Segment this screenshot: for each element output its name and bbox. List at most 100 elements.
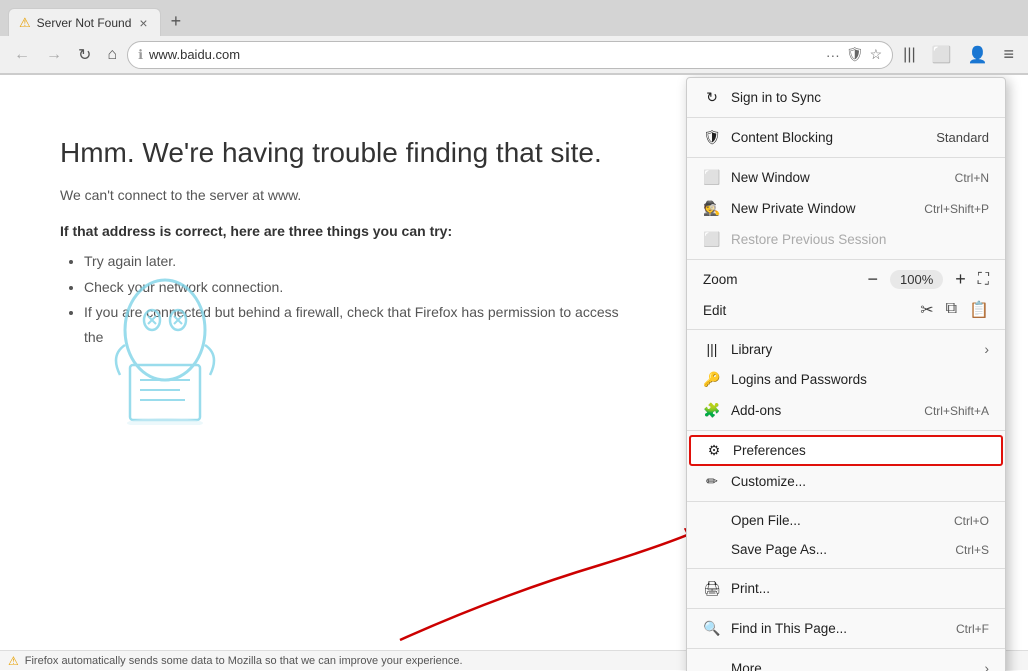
dropdown-menu: ↻ Sign in to Sync 🛡 Content Blocking Sta… — [686, 77, 1006, 671]
tab-title: Server Not Found — [37, 16, 132, 30]
menu-item-addons[interactable]: 🧩 Add-ons Ctrl+Shift+A — [687, 395, 1005, 426]
save-page-shortcut: Ctrl+S — [955, 543, 989, 557]
save-page-label: Save Page As... — [731, 542, 945, 557]
sign-in-sync-label: Sign in to Sync — [731, 90, 989, 105]
zoom-decrease-button[interactable]: − — [864, 269, 883, 290]
menu-divider — [687, 430, 1005, 431]
paste-icon[interactable]: 📋 — [969, 300, 989, 320]
find-shortcut: Ctrl+F — [956, 622, 989, 636]
address-text: www.baidu.com — [149, 47, 820, 62]
menu-divider — [687, 117, 1005, 118]
menu-item-save-page[interactable]: Save Page As... Ctrl+S — [687, 535, 1005, 564]
tab-close-button[interactable]: × — [137, 15, 149, 31]
error-description: We can't connect to the server at www. — [60, 187, 640, 203]
address-more-icon[interactable]: ··· — [826, 47, 840, 63]
status-warning-icon: ⚠ — [8, 654, 19, 668]
preferences-label: Preferences — [733, 443, 987, 458]
restore-session-label: Restore Previous Session — [731, 232, 989, 247]
preferences-icon: ⚙ — [705, 442, 723, 459]
zoom-increase-button[interactable]: + — [951, 269, 970, 290]
cut-icon[interactable]: ✂ — [920, 300, 933, 320]
print-icon: 🖨 — [703, 580, 721, 597]
private-window-icon: 🕵 — [703, 200, 721, 217]
forward-button[interactable]: → — [40, 42, 68, 68]
print-label: Print... — [731, 581, 989, 596]
open-file-label: Open File... — [731, 513, 944, 528]
zoom-label: Zoom — [703, 272, 856, 287]
status-text: Firefox automatically sends some data to… — [25, 655, 463, 667]
address-bookmark-icon[interactable]: ☆ — [870, 46, 883, 63]
library-label: Library — [731, 342, 974, 357]
new-window-shortcut: Ctrl+N — [955, 171, 989, 185]
browser-chrome: ⚠ Server Not Found × + ← → ↻ ⌂ ℹ www.bai… — [0, 0, 1028, 75]
address-bar-icons: ··· 🛡 ☆ — [826, 46, 882, 63]
menu-button[interactable]: ≡ — [997, 40, 1020, 69]
new-window-icon: ⬜ — [703, 169, 721, 186]
menu-divider — [687, 568, 1005, 569]
menu-item-logins[interactable]: 🔑 Logins and Passwords — [687, 364, 1005, 395]
menu-divider — [687, 157, 1005, 158]
mascot-illustration — [100, 255, 230, 425]
error-bold-text: If that address is correct, here are thr… — [60, 223, 640, 239]
menu-item-find[interactable]: 🔍 Find in This Page... Ctrl+F — [687, 613, 1005, 644]
zoom-fullscreen-button[interactable]: ⛶ — [978, 271, 989, 289]
address-bar[interactable]: ℹ www.baidu.com ··· 🛡 ☆ — [127, 41, 893, 69]
logins-label: Logins and Passwords — [731, 372, 989, 387]
content-blocking-label: Content Blocking — [731, 130, 926, 145]
responsive-button[interactable]: ⬜ — [926, 41, 958, 69]
restore-session-icon: ⬜ — [703, 231, 721, 248]
navigation-bar: ← → ↻ ⌂ ℹ www.baidu.com ··· 🛡 ☆ ||| ⬜ 👤 … — [0, 36, 1028, 74]
menu-divider — [687, 648, 1005, 649]
home-button[interactable]: ⌂ — [101, 42, 123, 68]
menu-item-library[interactable]: ||| Library › — [687, 334, 1005, 364]
menu-item-open-file[interactable]: Open File... Ctrl+O — [687, 506, 1005, 535]
tab-warning-icon: ⚠ — [19, 15, 31, 31]
menu-item-new-window[interactable]: ⬜ New Window Ctrl+N — [687, 162, 1005, 193]
edit-icons: ✂ ⧉ 📋 — [920, 300, 989, 320]
menu-item-customize[interactable]: ✏ Customize... — [687, 466, 1005, 497]
bookmarks-button[interactable]: ||| — [897, 42, 921, 68]
new-window-label: New Window — [731, 170, 945, 185]
customize-icon: ✏ — [703, 473, 721, 490]
menu-item-new-private-window[interactable]: 🕵 New Private Window Ctrl+Shift+P — [687, 193, 1005, 224]
more-label: More — [731, 661, 974, 671]
edit-group: Edit ✂ ⧉ 📋 — [687, 295, 1005, 325]
back-button[interactable]: ← — [8, 42, 36, 68]
address-shield-icon[interactable]: 🛡 — [846, 46, 864, 63]
toolbar-right: ||| ⬜ 👤 ≡ — [897, 40, 1020, 69]
menu-item-content-blocking[interactable]: 🛡 Content Blocking Standard — [687, 122, 1005, 153]
new-private-window-label: New Private Window — [731, 201, 914, 216]
menu-item-more[interactable]: More › — [687, 653, 1005, 671]
addons-icon: 🧩 — [703, 402, 721, 419]
error-title: Hmm. We're having trouble finding that s… — [60, 135, 640, 171]
content-blocking-value: Standard — [936, 130, 989, 145]
shield-menu-icon: 🛡 — [703, 129, 721, 146]
new-private-window-shortcut: Ctrl+Shift+P — [924, 202, 989, 216]
new-tab-button[interactable]: + — [165, 11, 188, 32]
menu-divider — [687, 329, 1005, 330]
menu-item-preferences[interactable]: ⚙ Preferences — [689, 435, 1003, 466]
sync-icon: ↻ — [703, 89, 721, 106]
addons-shortcut: Ctrl+Shift+A — [924, 404, 989, 418]
zoom-value: 100% — [890, 270, 943, 289]
library-arrow: › — [984, 341, 989, 357]
open-file-shortcut: Ctrl+O — [954, 514, 989, 528]
find-icon: 🔍 — [703, 620, 721, 637]
more-arrow: › — [984, 660, 989, 671]
edit-label: Edit — [703, 303, 912, 318]
page-content: Hmm. We're having trouble finding that s… — [0, 75, 1028, 671]
menu-divider — [687, 608, 1005, 609]
avatar-button[interactable]: 👤 — [962, 41, 994, 69]
tab-bar: ⚠ Server Not Found × + — [0, 0, 1028, 36]
menu-divider — [687, 259, 1005, 260]
active-tab[interactable]: ⚠ Server Not Found × — [8, 8, 161, 36]
find-label: Find in This Page... — [731, 621, 946, 636]
menu-item-print[interactable]: 🖨 Print... — [687, 573, 1005, 604]
reload-button[interactable]: ↻ — [72, 41, 97, 69]
menu-item-sign-in-sync[interactable]: ↻ Sign in to Sync — [687, 82, 1005, 113]
library-icon: ||| — [703, 341, 721, 357]
zoom-group: Zoom − 100% + ⛶ — [687, 264, 1005, 295]
logins-icon: 🔑 — [703, 371, 721, 388]
copy-icon[interactable]: ⧉ — [946, 300, 957, 320]
menu-divider — [687, 501, 1005, 502]
